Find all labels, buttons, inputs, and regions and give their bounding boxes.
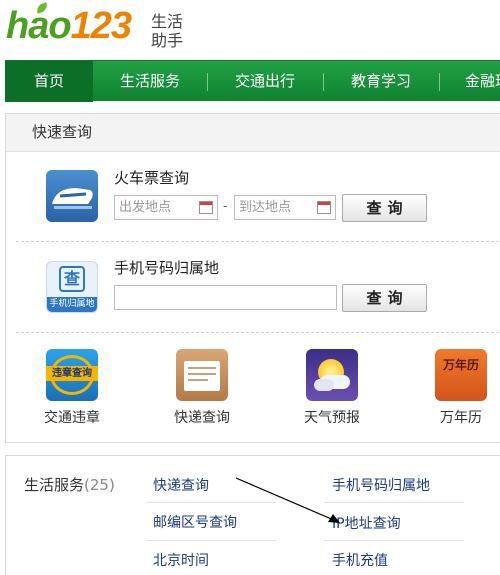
tile-label: 天气预报 — [304, 410, 360, 426]
nav-transport[interactable]: 交通出行 — [208, 61, 322, 102]
logo-subtitle: 生活 助手 — [151, 12, 184, 50]
link-ip-query[interactable]: IP地址查询 — [332, 513, 401, 533]
nav-life-services[interactable]: 生活服务 — [93, 61, 207, 102]
nav-finance[interactable]: 金融理 — [440, 61, 500, 102]
train-ticket-title[interactable]: 火车票查询 — [114, 167, 189, 188]
link-phone-location[interactable]: 手机号码归属地 — [332, 475, 430, 495]
weather-icon — [306, 349, 358, 401]
magnifier-glyph: 查 — [59, 266, 85, 292]
tile-label: 交通违章 — [44, 410, 100, 426]
logo-wordmark: hao123 — [6, 5, 132, 47]
tile-calendar[interactable]: 万年历 万年历 — [416, 349, 500, 427]
divider — [146, 502, 276, 503]
panel-title: 快速查询 — [6, 114, 500, 152]
tile-weather[interactable]: 天气预报 — [287, 349, 377, 427]
section-title: 生活服务(25) — [24, 476, 115, 494]
calendar-icon: 万年历 — [435, 349, 487, 401]
tile-label: 快递查询 — [174, 410, 230, 426]
nav-home[interactable]: 首页 — [5, 61, 93, 102]
divider — [324, 540, 464, 541]
row-divider — [16, 332, 500, 333]
divider — [324, 502, 464, 503]
row-divider — [16, 241, 500, 242]
train-icon[interactable] — [46, 170, 98, 222]
phone-number-input[interactable] — [114, 285, 337, 310]
phone-location-title[interactable]: 手机号码归属地 — [114, 257, 219, 278]
link-express-query[interactable]: 快递查询 — [153, 475, 209, 495]
calendar-icon[interactable] — [317, 201, 331, 214]
express-package-icon — [176, 349, 228, 401]
service-count: (25) — [84, 476, 115, 494]
phone-query-button[interactable]: 查询 — [342, 284, 427, 312]
link-beijing-time[interactable]: 北京时间 — [153, 550, 209, 570]
phone-location-icon[interactable]: 查 手机归属地 — [46, 261, 98, 313]
main-nav: 首页 生活服务 交通出行 教育学习 金融理 — [5, 60, 500, 102]
route-separator: - — [223, 199, 228, 214]
quick-query-panel: 快速查询 火车票查询 出发地点 - 到达地点 查询 查 手机归属地 手机号码归属… — [5, 113, 500, 443]
tile-traffic-violation[interactable]: 违章查询 交通违章 — [27, 349, 117, 427]
train-query-button[interactable]: 查询 — [342, 194, 427, 222]
divider — [146, 540, 276, 541]
departure-input[interactable]: 出发地点 — [114, 195, 218, 220]
life-services-panel: 生活服务(25) 快递查询 手机号码归属地 邮编区号查询 IP地址查询 北京时间… — [5, 455, 500, 575]
phone-icon-caption: 手机归属地 — [47, 297, 97, 312]
violation-badge: 违章查询 — [46, 366, 98, 381]
link-phone-recharge[interactable]: 手机充值 — [332, 550, 388, 570]
tile-label: 万年历 — [440, 410, 482, 426]
arrival-input[interactable]: 到达地点 — [234, 195, 336, 220]
nav-education[interactable]: 教育学习 — [324, 61, 438, 102]
calendar-icon[interactable] — [199, 201, 213, 214]
traffic-violation-icon: 违章查询 — [46, 349, 98, 401]
link-postcode-query[interactable]: 邮编区号查询 — [153, 512, 237, 532]
tile-express[interactable]: 快递查询 — [157, 349, 247, 427]
calendar-badge: 万年历 — [442, 358, 479, 372]
